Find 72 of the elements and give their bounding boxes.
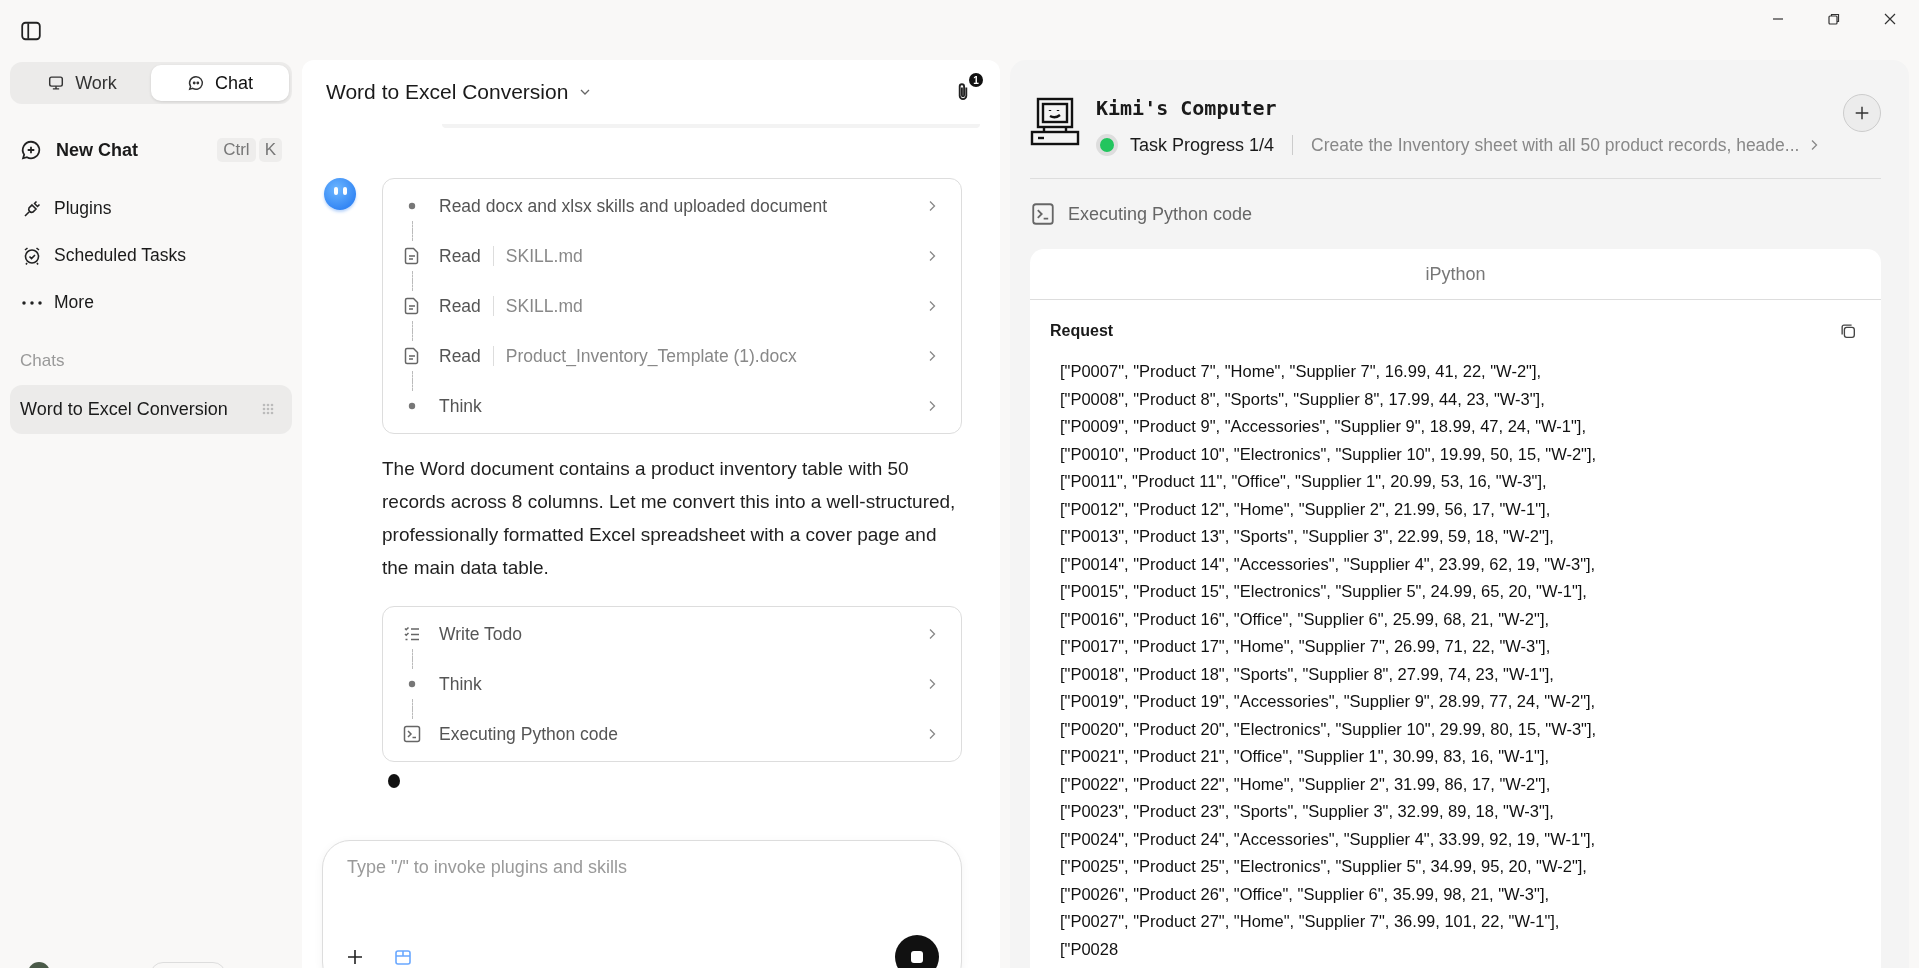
step-row[interactable]: Read Product_Inventory_Template (1).docx — [383, 331, 961, 381]
tool-title: iPython — [1030, 249, 1881, 300]
panel-title: Kimi's Computer — [1096, 96, 1278, 120]
close-icon[interactable] — [1883, 12, 1897, 26]
chat-bubble-icon — [187, 74, 205, 92]
chat-plus-icon — [20, 139, 42, 161]
code-line: ["P0027", "Product 27", "Home", "Supplier 7", 36.99, 101, 22, "W-1"], — [1060, 911, 1561, 932]
monitor-icon — [47, 74, 66, 92]
mode-tab[interactable]: Chat — [151, 65, 289, 101]
mode-tab[interactable]: Work — [13, 65, 151, 101]
code-line: ["P0007", "Product 7", "Home", "Supplier 7", 16.99, 41, 22, "W-2"], — [1060, 361, 1543, 382]
step-row[interactable]: Executing Python code — [383, 709, 961, 759]
plus-icon[interactable] — [345, 947, 365, 967]
code-line: ["P0018", "Product 18", "Sports", "Supplier 8", 27.99, 74, 23, "W-1"], — [1060, 663, 1555, 685]
step-row[interactable]: Read SKILL.md — [383, 231, 961, 281]
code-line: ["P0015", "Product 15", "Electronics", "Supplier 5", 24.99, 65, 20, "W-1"], — [1060, 581, 1588, 602]
code-line: ["P0013", "Product 13", "Sports", "Supplier 3", 22.99, 59, 18, "W-2"], — [1060, 526, 1555, 547]
terminal-icon — [402, 724, 422, 744]
assistant-message: The Word document contains a product inventory table with 50 records across 8 columns. Let me convert this into a well-structured, professionally formatted Excel spreadsheet with a cover page and the main data table. — [382, 457, 957, 580]
conversation-title[interactable]: Word to Excel Conversion — [326, 80, 593, 104]
computer-icon — [1030, 96, 1082, 148]
nav-item[interactable]: Scheduled Tasks — [10, 235, 292, 276]
code-line: ["P0020", "Product 20", "Electronics", "Supplier 10", 29.99, 80, 15, "W-3"], — [1060, 718, 1598, 740]
plug-icon — [22, 198, 42, 219]
chat-list-item[interactable]: Word to Excel Conversion — [10, 385, 292, 434]
code-line: ["P0025", "Product 25", "Electronics", "Supplier 5", 34.99, 95, 20, "W-2"], — [1060, 856, 1588, 877]
code-line: ["P0028 — [1060, 938, 1120, 960]
step-row[interactable]: Think — [383, 381, 961, 431]
section-title: Chats — [19, 351, 66, 371]
code-line: ["P0008", "Product 8", "Sports", "Supplier 8", 17.99, 44, 23, "W-3"], — [1060, 388, 1546, 410]
stop-button[interactable] — [895, 935, 939, 968]
nav-item[interactable]: More — [10, 282, 292, 323]
terminal-icon — [1030, 201, 1056, 227]
drag-handle-icon[interactable] — [262, 402, 276, 417]
more-icon — [22, 300, 42, 305]
restore-icon[interactable] — [1827, 12, 1841, 26]
step-row[interactable]: Read SKILL.md — [383, 281, 961, 331]
code-line: ["P0014", "Product 14", "Accessories", "Supplier 4", 23.99, 62, 19, "W-3"], — [1060, 553, 1597, 575]
code-line: ["P0017", "Product 17", "Home", "Supplier 7", 26.99, 71, 22, "W-3"], — [1060, 636, 1552, 657]
code-line: ["P0019", "Product 19", "Accessories", "Supplier 9", 28.99, 77, 24, "W-2"], — [1060, 691, 1597, 712]
code-line: ["P0011", "Product 11", "Office", "Supplier 1", 20.99, 53, 16, "W-3"], — [1060, 471, 1548, 492]
code-line: ["P0021", "Product 21", "Office", "Supplier 1", 30.99, 83, 16, "W-1"], — [1060, 746, 1551, 767]
add-button[interactable] — [1843, 94, 1881, 132]
code-line: ["P0016", "Product 16", "Office", "Supplier 6", 25.99, 68, 21, "W-2"], — [1060, 608, 1551, 630]
code-line: ["P0009", "Product 9", "Accessories", "Supplier 9", 18.99, 47, 24, "W-1"], — [1060, 416, 1588, 437]
shortcut-key: Ctrl — [217, 138, 256, 162]
code-line: ["P0026", "Product 26", "Office", "Supplier 6", 35.99, 98, 21, "W-3"], — [1060, 883, 1551, 905]
code-line: ["P0023", "Product 23", "Sports", "Supplier 3", 32.99, 89, 18, "W-3"], — [1060, 801, 1555, 822]
sidebar-toggle-icon[interactable] — [20, 20, 42, 42]
bullet-icon — [408, 202, 416, 210]
code-line: ["P0012", "Product 12", "Home", "Supplier 2", 21.99, 56, 17, "W-1"], — [1060, 498, 1552, 520]
activity-label: Executing Python code — [1068, 203, 1253, 225]
assistant-avatar — [324, 178, 356, 210]
bullet-icon — [408, 680, 416, 688]
code-line: ["P0022", "Product 22", "Home", "Supplier 2", 31.99, 86, 17, "W-2"], — [1060, 773, 1552, 795]
request-label: Request — [1050, 322, 1114, 340]
copy-icon[interactable] — [1839, 322, 1857, 340]
nav-item[interactable]: Plugins — [10, 188, 292, 229]
task-progress-row[interactable]: Task Progress 1/4 Create the Inventory sheet with all 50 product records, heade... — [1096, 134, 1887, 156]
plus-icon — [1853, 104, 1871, 122]
step-row[interactable]: Think — [383, 659, 961, 709]
new-chat-button[interactable]: New Chat Ctrl K — [10, 132, 292, 168]
step-row[interactable]: Write Todo — [383, 609, 961, 659]
shortcut-key: K — [258, 138, 282, 162]
bullet-icon — [408, 402, 416, 410]
code-line: ["P0010", "Product 10", "Electronics", "Supplier 10", 19.99, 50, 15, "W-2"], — [1060, 443, 1598, 465]
message-composer[interactable]: Type "/" to invoke plugins and skills — [322, 840, 962, 968]
step-row[interactable]: Read docx and xlsx skills and uploaded document — [383, 181, 961, 231]
alarm-clock-icon — [22, 245, 42, 266]
code-line: ["P0024", "Product 24", "Accessories", "Supplier 4", 33.99, 92, 19, "W-1"], — [1060, 828, 1597, 850]
attachment-count-badge: 1 — [969, 73, 983, 87]
typing-indicator — [388, 774, 400, 788]
